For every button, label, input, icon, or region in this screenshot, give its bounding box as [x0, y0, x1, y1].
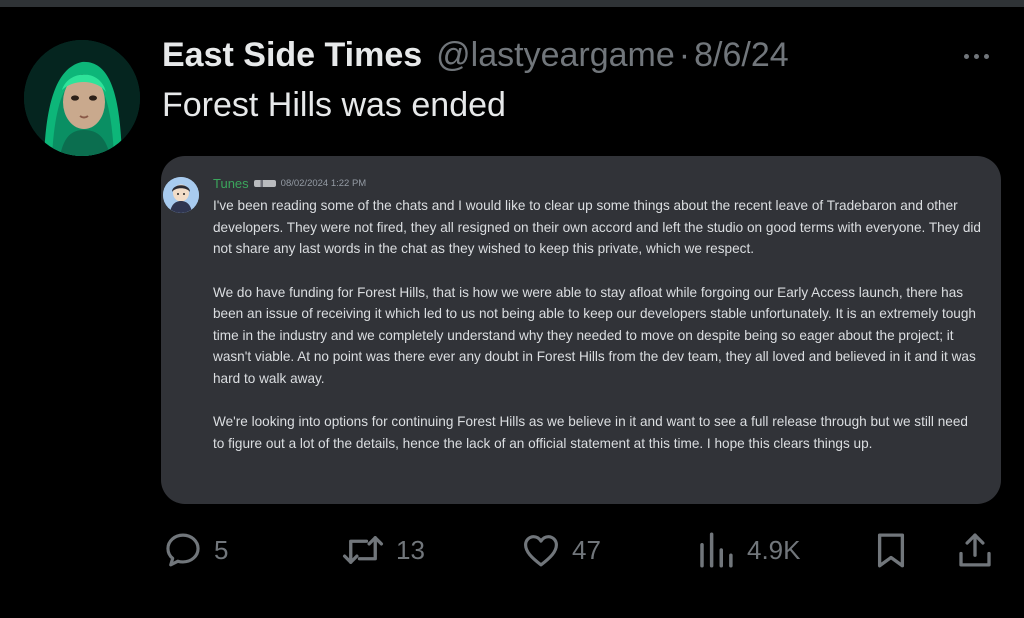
author-avatar-image [163, 177, 199, 213]
like-count: 47 [572, 534, 601, 565]
header-separator: · [678, 36, 691, 74]
profile-avatar[interactable] [24, 40, 140, 156]
more-dot [963, 53, 969, 59]
author-tag-badge [253, 180, 276, 187]
repost-arrows-icon [342, 536, 384, 564]
like-button[interactable]: 47 [520, 528, 601, 572]
message-author-avatar [163, 177, 199, 213]
user-handle[interactable]: @lastyeargame [436, 36, 675, 75]
avatar-portrait-image [24, 40, 140, 156]
attached-screenshot[interactable]: Tunes 08/02/2024 1:22 PM I've been readi… [161, 156, 1001, 504]
share-upload-icon [959, 533, 991, 567]
repost-count: 13 [396, 534, 425, 565]
bookmark-button[interactable] [870, 528, 912, 572]
message-paragraph: We're looking into options for continuin… [213, 414, 968, 451]
message-paragraph: We do have funding for Forest Hills, tha… [213, 284, 976, 386]
post-date[interactable]: 8/6/24 [694, 36, 789, 75]
message-timestamp: 08/02/2024 1:22 PM [280, 178, 367, 189]
action-bar: 5 13 47 4.9K [0, 528, 1024, 572]
top-divider [0, 0, 1024, 7]
reply-count: 5 [214, 534, 229, 565]
tweet-text: Forest Hills was ended [162, 86, 506, 124]
message-paragraph: I've been reading some of the chats and … [213, 198, 981, 256]
message-body: I've been reading some of the chats and … [213, 195, 983, 476]
more-dots-icon[interactable] [956, 46, 996, 66]
bar-chart-icon [700, 532, 733, 568]
bookmark-icon [877, 533, 905, 568]
tweet-header: East Side Times @lastyeargame · 8/6/24 [162, 36, 789, 80]
more-dot [983, 53, 989, 59]
views-count: 4.9K [747, 534, 801, 565]
share-button[interactable] [954, 528, 996, 572]
reply-button[interactable]: 5 [162, 528, 228, 572]
comment-bubble-icon [166, 533, 200, 567]
views-button[interactable]: 4.9K [695, 528, 801, 572]
more-dot [973, 53, 979, 59]
heart-icon [524, 535, 558, 567]
repost-button[interactable]: 13 [340, 528, 425, 572]
message-meta: Tunes 08/02/2024 1:22 PM [213, 176, 366, 191]
message-author: Tunes [213, 176, 249, 191]
display-name[interactable]: East Side Times [162, 36, 422, 75]
